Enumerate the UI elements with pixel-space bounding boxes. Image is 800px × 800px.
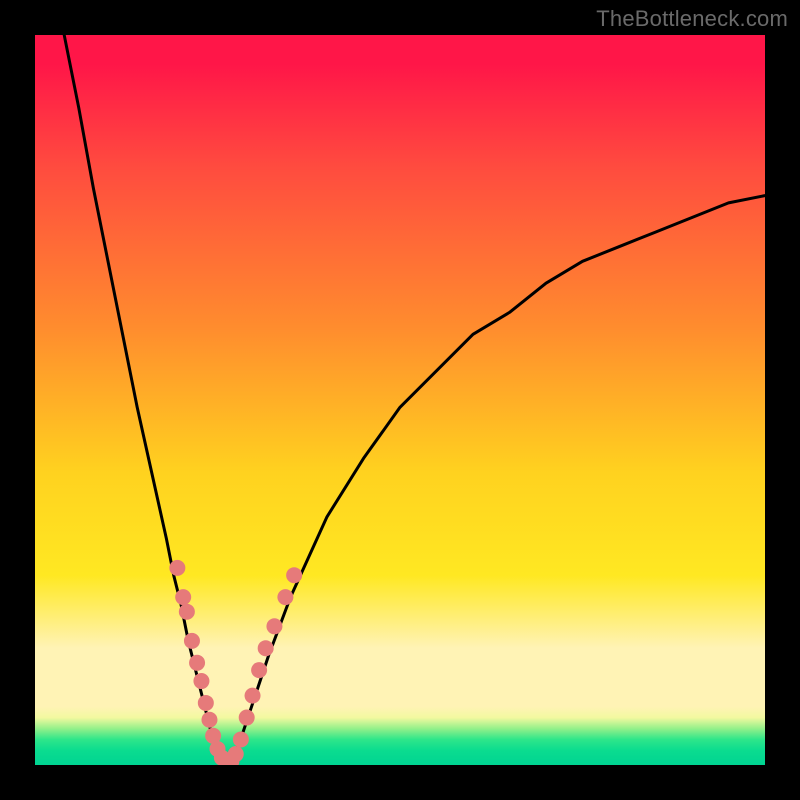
sample-dot bbox=[245, 688, 261, 704]
sample-dot bbox=[184, 633, 200, 649]
sample-dot bbox=[228, 746, 244, 762]
plot-area bbox=[35, 35, 765, 765]
sample-dot bbox=[233, 731, 249, 747]
curve-svg bbox=[35, 35, 765, 765]
sample-dot bbox=[198, 695, 214, 711]
sample-dot bbox=[169, 560, 185, 576]
sample-dot bbox=[201, 712, 217, 728]
dots-group bbox=[169, 560, 302, 765]
sample-dot bbox=[266, 618, 282, 634]
curve-group bbox=[64, 35, 765, 765]
sample-dot bbox=[193, 673, 209, 689]
sample-dot bbox=[277, 589, 293, 605]
sample-dot bbox=[258, 640, 274, 656]
watermark-text: TheBottleneck.com bbox=[596, 6, 788, 32]
sample-dot bbox=[239, 710, 255, 726]
sample-dot bbox=[179, 604, 195, 620]
chart-frame: TheBottleneck.com bbox=[0, 0, 800, 800]
sample-dot bbox=[251, 662, 267, 678]
curve-left-branch bbox=[64, 35, 225, 765]
sample-dot bbox=[175, 589, 191, 605]
sample-dot bbox=[189, 655, 205, 671]
curve-right-branch bbox=[225, 196, 765, 765]
sample-dot bbox=[286, 567, 302, 583]
